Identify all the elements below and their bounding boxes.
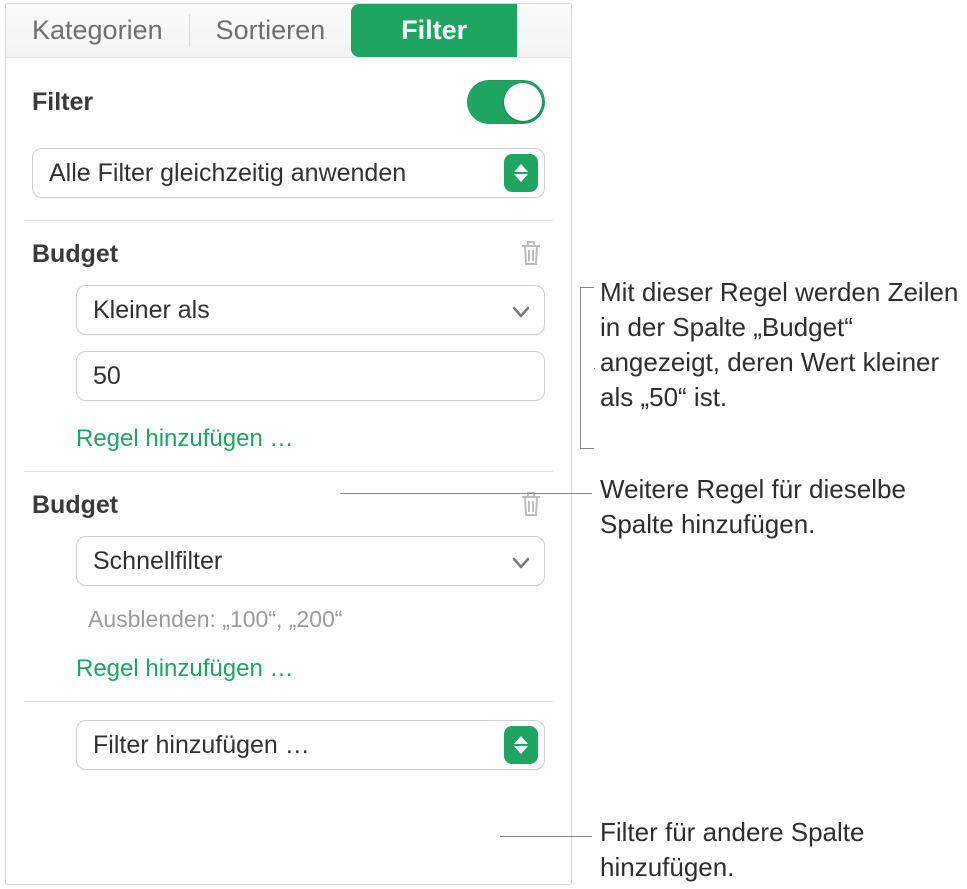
trash-icon[interactable] (519, 239, 545, 269)
hide-description: Ausblenden: „100“, „200“ (76, 602, 545, 647)
tab-filter[interactable]: Filter (351, 4, 517, 57)
filter-group-title: Budget (32, 491, 118, 520)
chevron-down-icon (512, 296, 530, 325)
updown-icon (504, 154, 538, 192)
operator-label: Kleiner als (93, 296, 512, 325)
toggle-knob (504, 83, 542, 121)
add-rule-link[interactable]: Regel hinzufügen … (76, 417, 545, 471)
apply-mode-select[interactable]: Alle Filter gleichzeitig anwenden (32, 148, 545, 198)
apply-mode-label: Alle Filter gleichzeitig anwenden (49, 159, 504, 188)
operator-select[interactable]: Kleiner als (76, 285, 545, 335)
callout-text: Mit dieser Regel werden Zeilen in der Sp… (600, 275, 967, 415)
callout-leader (340, 493, 592, 494)
callout-leader (500, 836, 592, 837)
trash-icon[interactable] (519, 490, 545, 520)
chevron-down-icon (512, 547, 530, 576)
value-input[interactable]: 50 (76, 351, 545, 401)
updown-icon (504, 726, 538, 764)
value-text: 50 (93, 362, 121, 391)
tab-sort[interactable]: Sortieren (190, 4, 352, 57)
filter-panel: Kategorien Sortieren Filter Filter Alle … (5, 3, 572, 885)
quickfilter-select[interactable]: Schnellfilter (76, 536, 545, 586)
add-rule-link[interactable]: Regel hinzufügen … (76, 647, 545, 701)
filter-heading: Filter (32, 88, 93, 117)
tab-bar: Kategorien Sortieren Filter (6, 4, 571, 58)
add-filter-label: Filter hinzufügen … (93, 731, 504, 760)
callout-text: Filter für andere Spalte hinzufügen. (600, 815, 967, 885)
add-filter-select[interactable]: Filter hinzufügen … (76, 720, 545, 770)
callout-text: Weitere Regel für dieselbe Spalte hinzuf… (600, 472, 967, 542)
quickfilter-label: Schnellfilter (93, 547, 512, 576)
callout-leader (594, 368, 595, 369)
callout-bracket (580, 287, 594, 449)
filter-toggle[interactable] (467, 80, 545, 124)
tab-categories[interactable]: Kategorien (6, 4, 189, 57)
filter-group-title: Budget (32, 240, 118, 269)
